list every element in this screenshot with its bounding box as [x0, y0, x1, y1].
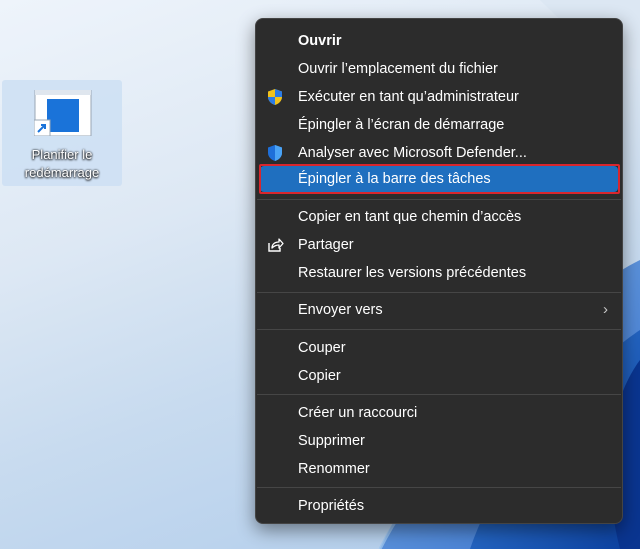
menu-item-label: Copier en tant que chemin d’accès [298, 209, 522, 225]
defender-shield-icon [268, 145, 282, 161]
menu-item-label: Supprimer [298, 433, 365, 449]
menu-item-copy-path[interactable]: Copier en tant que chemin d’accès [260, 204, 618, 230]
menu-item-copy[interactable]: Copier [260, 363, 618, 389]
context-menu: Ouvrir Ouvrir l’emplacement du fichier E… [255, 18, 623, 524]
menu-separator [257, 292, 621, 293]
menu-item-label: Épingler à l’écran de démarrage [298, 117, 505, 133]
menu-item-label: Exécuter en tant qu’administrateur [298, 89, 519, 105]
menu-item-send-to[interactable]: Envoyer vers › [260, 297, 618, 323]
menu-separator [257, 394, 621, 395]
menu-separator [257, 487, 621, 488]
share-icon [268, 238, 284, 252]
menu-separator [257, 329, 621, 330]
menu-item-label: Copier [298, 368, 341, 384]
annotation-highlight-box [259, 164, 620, 194]
menu-item-pin-start[interactable]: Épingler à l’écran de démarrage [260, 112, 618, 138]
menu-item-open-location[interactable]: Ouvrir l’emplacement du fichier [260, 56, 618, 82]
chevron-right-icon: › [603, 301, 608, 318]
menu-separator [257, 199, 621, 200]
menu-item-delete[interactable]: Supprimer [260, 428, 618, 454]
menu-item-rename[interactable]: Renommer [260, 456, 618, 482]
menu-item-label: Partager [298, 237, 354, 253]
desktop-shortcut[interactable]: Planifier le redémarrage [2, 80, 122, 186]
uac-shield-icon [268, 89, 282, 105]
menu-item-scan-defender[interactable]: Analyser avec Microsoft Defender... [260, 140, 618, 166]
menu-item-label: Créer un raccourci [298, 405, 418, 421]
menu-item-run-as-admin[interactable]: Exécuter en tant qu’administrateur [260, 84, 618, 110]
menu-item-label: Restaurer les versions précédentes [298, 265, 527, 281]
menu-item-restore-versions[interactable]: Restaurer les versions précédentes [260, 260, 618, 286]
menu-item-label: Ouvrir [298, 33, 342, 49]
shortcut-file-icon [34, 90, 92, 136]
menu-item-properties[interactable]: Propriétés [260, 493, 618, 519]
menu-item-create-shortcut[interactable]: Créer un raccourci [260, 400, 618, 426]
menu-item-label: Envoyer vers [298, 302, 383, 318]
menu-item-share[interactable]: Partager [260, 232, 618, 258]
menu-item-label: Ouvrir l’emplacement du fichier [298, 61, 498, 77]
menu-item-label: Propriétés [298, 498, 365, 514]
menu-item-open[interactable]: Ouvrir [260, 28, 618, 54]
menu-item-label: Couper [298, 340, 346, 356]
shortcut-label: Planifier le redémarrage [24, 147, 100, 180]
menu-item-label: Renommer [298, 461, 370, 477]
menu-item-label: Analyser avec Microsoft Defender... [298, 145, 527, 161]
menu-item-cut[interactable]: Couper [260, 335, 618, 361]
